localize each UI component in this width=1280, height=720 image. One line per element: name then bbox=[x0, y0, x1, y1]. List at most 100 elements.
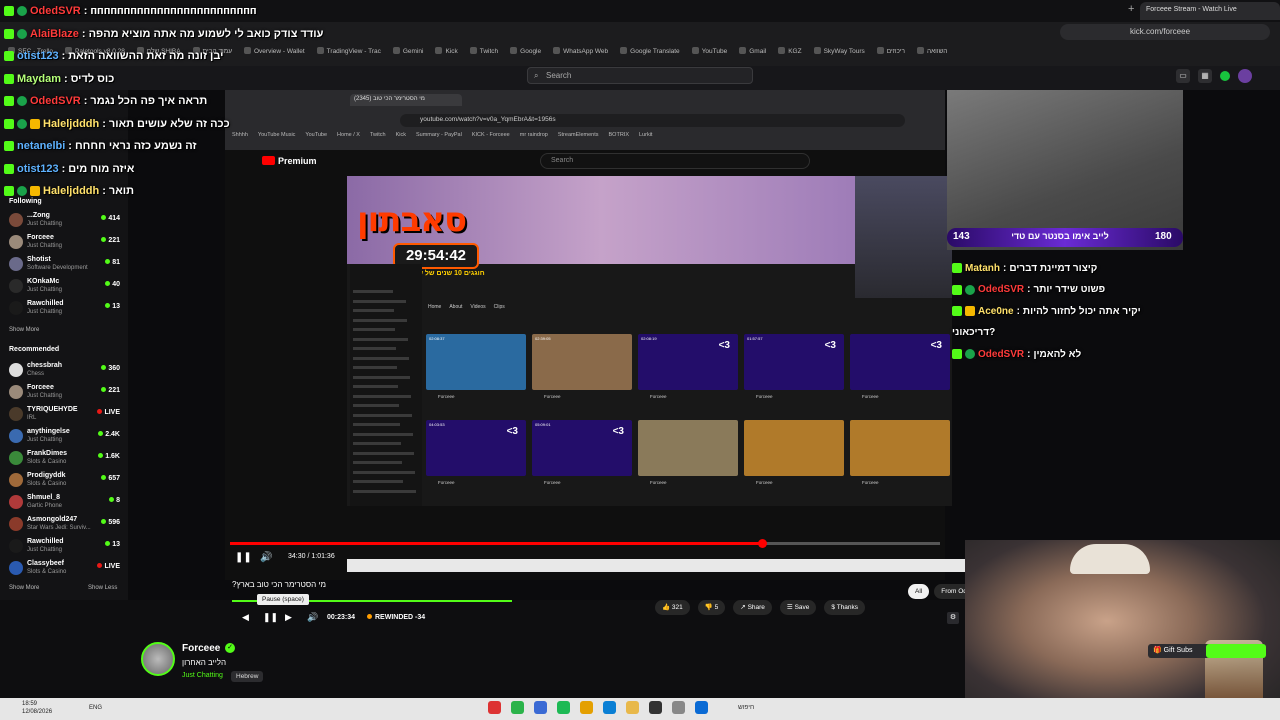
channel-category: Just Chatting bbox=[27, 243, 63, 249]
taskbar-app-icon[interactable] bbox=[603, 701, 616, 714]
taskbar-app-icon[interactable] bbox=[626, 701, 639, 714]
inner-sidebar-line bbox=[353, 470, 415, 474]
sidebar-channel[interactable]: chessbrah Chess 360 bbox=[9, 362, 124, 384]
theater-mode-icon[interactable]: ▭ bbox=[1176, 69, 1190, 83]
kick-badge-icon bbox=[952, 263, 962, 273]
bookmark-item[interactable]: Google bbox=[510, 47, 541, 55]
thanks-button[interactable]: $ Thanks bbox=[824, 600, 866, 615]
show-less-button[interactable]: Show Less bbox=[88, 585, 117, 591]
sidebar-channel[interactable]: Asmongold247 Star Wars Jedi: Surviv... 596 bbox=[9, 516, 124, 538]
bookmark-item[interactable]: Gemini bbox=[393, 47, 424, 55]
taskbar-search[interactable]: חיפוש bbox=[738, 704, 754, 711]
kick-volume-icon[interactable]: 🔊 bbox=[307, 612, 318, 623]
grid-icon[interactable]: ▦ bbox=[1198, 69, 1212, 83]
bookmark-item[interactable]: Kick bbox=[435, 47, 457, 55]
gift-subs-button[interactable]: 🎁 Gift Subs bbox=[1148, 644, 1266, 658]
bookmark-item[interactable]: Google Translate bbox=[620, 47, 680, 55]
kick-logo-icon[interactable] bbox=[1220, 71, 1230, 81]
cam-caption: לייב אימו בסנטר עם טדי bbox=[1011, 231, 1109, 241]
kick-forward-icon[interactable]: ▶ bbox=[285, 612, 292, 623]
user-avatar[interactable] bbox=[1238, 69, 1252, 83]
save-button[interactable]: ☰ Save bbox=[779, 600, 817, 615]
viewer-count: 657 bbox=[101, 475, 120, 482]
taskbar-app-icon[interactable] bbox=[534, 701, 547, 714]
dislike-button[interactable]: 👎 5 bbox=[697, 600, 726, 615]
sidebar-channel[interactable]: Classybeef Slots & Casino LIVE bbox=[9, 560, 124, 582]
address-bar[interactable]: kick.com/forceee bbox=[1060, 24, 1270, 40]
kick-badge-icon bbox=[4, 163, 14, 174]
bookmark-item[interactable]: YouTube bbox=[692, 47, 728, 55]
bookmark-item[interactable]: Overview - Wallet bbox=[244, 47, 305, 55]
youtube-pause-icon[interactable]: ❚❚ bbox=[235, 552, 252, 563]
bookmark-item[interactable]: TradingView - Trac bbox=[317, 47, 381, 55]
taskbar-app-icon[interactable] bbox=[488, 701, 501, 714]
taskbar-app-icon[interactable] bbox=[580, 701, 593, 714]
taskbar-app-icon[interactable] bbox=[557, 701, 570, 714]
taskbar-app-icon[interactable] bbox=[695, 701, 708, 714]
language-indicator[interactable]: ENG bbox=[89, 705, 102, 711]
bookmark-item[interactable]: Twitch bbox=[470, 47, 498, 55]
bookmark-item[interactable]: KGZ bbox=[778, 47, 801, 55]
sidebar-channel[interactable]: Shmuel_8 Gartic Phone 8 bbox=[9, 494, 124, 516]
bookmark-item[interactable]: WhatsApp Web bbox=[553, 47, 608, 55]
viewer-count: 221 bbox=[101, 387, 120, 394]
bookmark-item[interactable]: השוואה bbox=[917, 47, 947, 55]
bookmark-item[interactable]: Gmail bbox=[739, 47, 766, 55]
chat-username: netanelbi bbox=[17, 140, 66, 152]
inner-sidebar-line bbox=[353, 413, 412, 417]
inner-bookmarks-bar: Shhhh YouTube Music YouTube Home / X Twitch K… bbox=[232, 132, 942, 144]
viewer-count: 414 bbox=[101, 215, 120, 222]
bookmark-item[interactable]: SkyWay Tours bbox=[814, 47, 865, 55]
kick-elapsed: 00:23:34 bbox=[327, 614, 356, 621]
inner-tab: מי הסטרימר הכי טוב (2345) bbox=[350, 94, 462, 106]
kick-rewind-icon[interactable]: ◀ bbox=[242, 612, 249, 623]
kick-badge-icon bbox=[4, 186, 14, 196]
progress-scrubber[interactable] bbox=[757, 539, 767, 548]
show-more-following[interactable]: Show More bbox=[9, 327, 39, 333]
inner-sidebar-line bbox=[353, 318, 407, 322]
show-more-button[interactable]: Show More bbox=[9, 585, 39, 591]
channel-name: anythingelse bbox=[27, 428, 70, 435]
channel-name[interactable]: Forceee bbox=[182, 643, 220, 654]
new-tab-button[interactable]: + bbox=[1128, 3, 1134, 15]
kick-badge-icon bbox=[4, 28, 14, 39]
tab-kick[interactable]: Forceee Stream - Watch Live bbox=[1140, 2, 1280, 20]
bookmark-item[interactable]: ריכוזים bbox=[877, 47, 905, 55]
channel-avatar bbox=[9, 495, 23, 509]
channel-avatar[interactable] bbox=[141, 642, 175, 676]
sidebar-channel[interactable]: Prodigyddk Slots & Casino 657 bbox=[9, 472, 124, 494]
kick-pause-icon[interactable]: ❚❚ bbox=[263, 612, 278, 623]
sidebar-channel[interactable]: KOnkaMc Just Chatting 40 bbox=[9, 278, 124, 300]
language-tag[interactable]: Hebrew bbox=[231, 671, 264, 682]
sidebar-channel[interactable]: anythingelse Just Chatting 2.4K bbox=[9, 428, 124, 450]
taskbar-app-icon[interactable] bbox=[511, 701, 524, 714]
sidebar-channel[interactable]: Shotist Software Development 81 bbox=[9, 256, 124, 278]
inner-sidebar-line bbox=[353, 394, 411, 398]
clock: 18:59 12/08/2026 bbox=[22, 700, 52, 716]
sidebar-channel[interactable]: Rawchilled Just Chatting 13 bbox=[9, 538, 124, 560]
stream-category[interactable]: Just Chatting bbox=[182, 672, 223, 679]
settings-icon[interactable]: ⚙ bbox=[947, 612, 959, 624]
sidebar-channel[interactable]: TYRIQUEHYDE IRL LIVE bbox=[9, 406, 124, 428]
sidebar-channel[interactable]: ...Zong Just Chatting 414 bbox=[9, 212, 124, 234]
sidebar-channel[interactable]: Rawchilled Just Chatting 13 bbox=[9, 300, 124, 322]
channel-avatar bbox=[9, 473, 23, 487]
sidebar-channel[interactable]: Forceee Just Chatting 221 bbox=[9, 384, 124, 406]
inner-bookmark-item: BOTRIX bbox=[608, 132, 629, 138]
youtube-volume-icon[interactable]: 🔊 bbox=[260, 552, 272, 563]
like-button[interactable]: 👍 321 bbox=[655, 600, 690, 615]
chat-text: פשוט שידר יותר bbox=[1033, 284, 1106, 295]
chat-text: דריכאוני? bbox=[952, 327, 996, 338]
viewer-count: 40 bbox=[105, 281, 120, 288]
channel-category: Just Chatting bbox=[27, 547, 63, 553]
youtube-actions: 👍 321 👎 5 ↗ Share ☰ Save $ Thanks bbox=[655, 600, 866, 615]
youtube-progress-bar[interactable] bbox=[230, 539, 940, 548]
channel-name: chessbrah bbox=[27, 362, 63, 369]
share-button[interactable]: ↗ Share bbox=[733, 600, 772, 615]
inner-sidebar-line bbox=[353, 461, 402, 464]
taskbar-app-icon[interactable] bbox=[672, 701, 685, 714]
sidebar-channel[interactable]: Forceee Just Chatting 221 bbox=[9, 234, 124, 256]
sidebar-channel[interactable]: FrankDimes Slots & Casino 1.6K bbox=[9, 450, 124, 472]
taskbar-app-icon[interactable] bbox=[649, 701, 662, 714]
search-input[interactable]: ⌕ Search bbox=[527, 67, 753, 84]
